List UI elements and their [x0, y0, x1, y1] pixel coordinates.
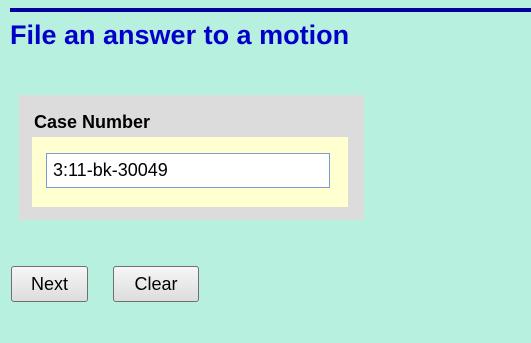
clear-button[interactable]: Clear [113, 266, 199, 302]
next-button[interactable]: Next [11, 266, 88, 302]
case-number-input[interactable] [46, 153, 330, 188]
top-rule [10, 8, 531, 12]
case-number-panel: Case Number [19, 95, 364, 220]
page-title: File an answer to a motion [10, 20, 350, 50]
case-number-field-area [32, 137, 348, 207]
case-number-label: Case Number [34, 112, 151, 132]
